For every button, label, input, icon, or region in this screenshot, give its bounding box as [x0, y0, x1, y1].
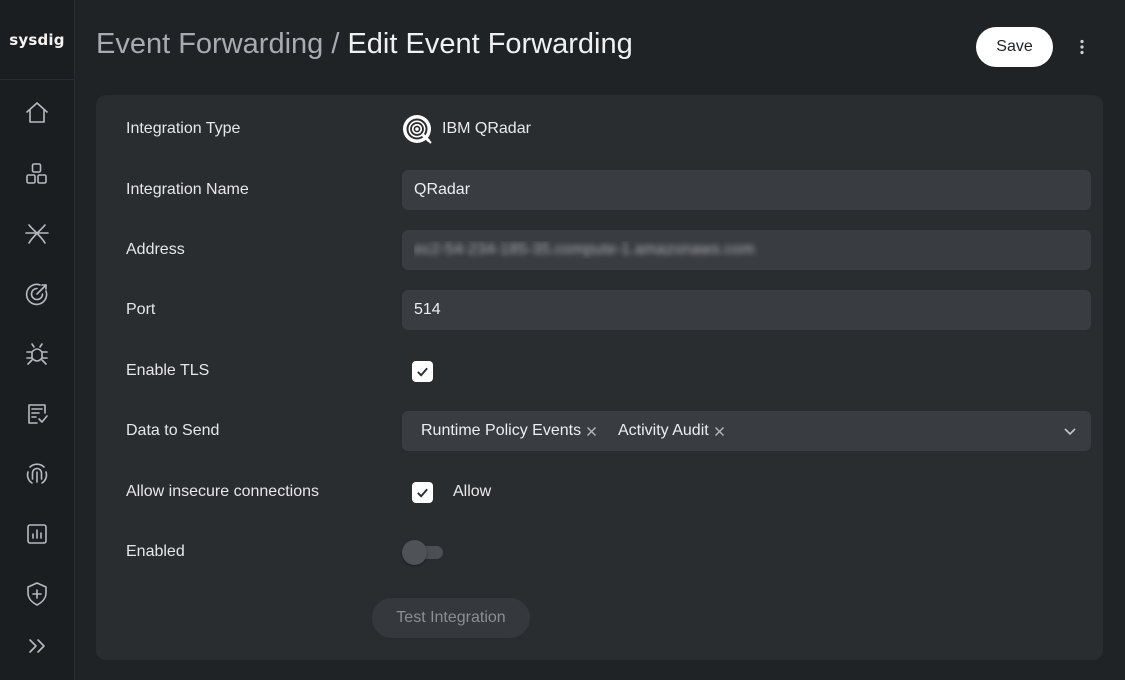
integration-type-value: IBM QRadar — [402, 109, 531, 149]
integration-type-name: IBM QRadar — [442, 120, 531, 137]
page-title: Event Forwarding / Edit Event Forwarding — [96, 28, 633, 61]
sysdig-logo[interactable]: sysdig — [0, 0, 74, 80]
allow-option-label[interactable]: Allow — [453, 472, 491, 512]
enabled-label: Enabled — [126, 543, 185, 560]
more-options-icon[interactable] — [1070, 33, 1094, 61]
checkmark-icon — [417, 367, 428, 377]
enable-tls-checkbox[interactable] — [412, 361, 433, 382]
address-input[interactable] — [402, 230, 1091, 270]
integration-type-row: Integration Type IBM QRadar — [126, 109, 1076, 149]
enabled-toggle[interactable] — [402, 539, 443, 565]
address-row: Address — [126, 230, 1091, 270]
policies-icon[interactable] — [21, 398, 53, 430]
event-forwarding-form: Integration Type IBM QRadar Integration … — [96, 95, 1103, 660]
data-to-send-row: Data to Send Runtime Policy Events Activ… — [126, 411, 1091, 451]
chevron-down-icon[interactable] — [1063, 424, 1077, 438]
allow-insecure-label: Allow insecure connections — [126, 483, 319, 500]
reports-icon[interactable] — [21, 518, 53, 550]
remove-chip-icon[interactable] — [714, 426, 725, 437]
chip-label: Activity Audit — [618, 422, 709, 439]
allow-insecure-row: Allow insecure connections Allow — [126, 472, 1076, 512]
chip-activity-audit: Activity Audit — [618, 411, 725, 451]
integration-name-input[interactable] — [402, 170, 1091, 210]
chip-runtime-policy-events: Runtime Policy Events — [421, 411, 597, 451]
save-button[interactable]: Save — [976, 27, 1053, 67]
enable-tls-row: Enable TLS — [126, 351, 1076, 391]
test-integration-button[interactable]: Test Integration — [372, 598, 530, 638]
address-label: Address — [126, 241, 185, 258]
qradar-icon — [403, 115, 432, 144]
breadcrumb-current: Edit Event Forwarding — [347, 28, 633, 60]
integrations-icon[interactable] — [21, 218, 53, 250]
port-input[interactable] — [402, 290, 1091, 330]
integration-name-row: Integration Name — [126, 170, 1091, 210]
allow-insecure-checkbox[interactable] — [412, 482, 433, 503]
integration-type-label: Integration Type — [126, 120, 241, 137]
port-row: Port — [126, 290, 1091, 330]
port-label: Port — [126, 301, 156, 318]
inventory-icon[interactable] — [21, 158, 53, 190]
shield-plus-icon[interactable] — [21, 578, 53, 610]
data-to-send-select[interactable]: Runtime Policy Events Activity Audit — [402, 411, 1091, 451]
data-to-send-label: Data to Send — [126, 422, 220, 439]
enabled-row: Enabled — [126, 532, 1076, 572]
breadcrumb-separator: / — [323, 28, 348, 60]
remove-chip-icon[interactable] — [586, 426, 597, 437]
integration-name-label: Integration Name — [126, 181, 249, 198]
expand-sidebar-icon[interactable] — [21, 630, 53, 662]
checkmark-icon — [417, 488, 428, 498]
chip-label: Runtime Policy Events — [421, 422, 582, 439]
sidebar: sysdig — [0, 0, 75, 680]
posture-icon[interactable] — [21, 278, 53, 310]
breadcrumb-event-forwarding[interactable]: Event Forwarding — [96, 28, 323, 60]
home-icon[interactable] — [21, 97, 53, 129]
vulnerabilities-icon[interactable] — [21, 338, 53, 370]
toggle-knob — [402, 540, 427, 565]
identity-icon[interactable] — [21, 458, 53, 490]
enable-tls-label: Enable TLS — [126, 362, 210, 379]
